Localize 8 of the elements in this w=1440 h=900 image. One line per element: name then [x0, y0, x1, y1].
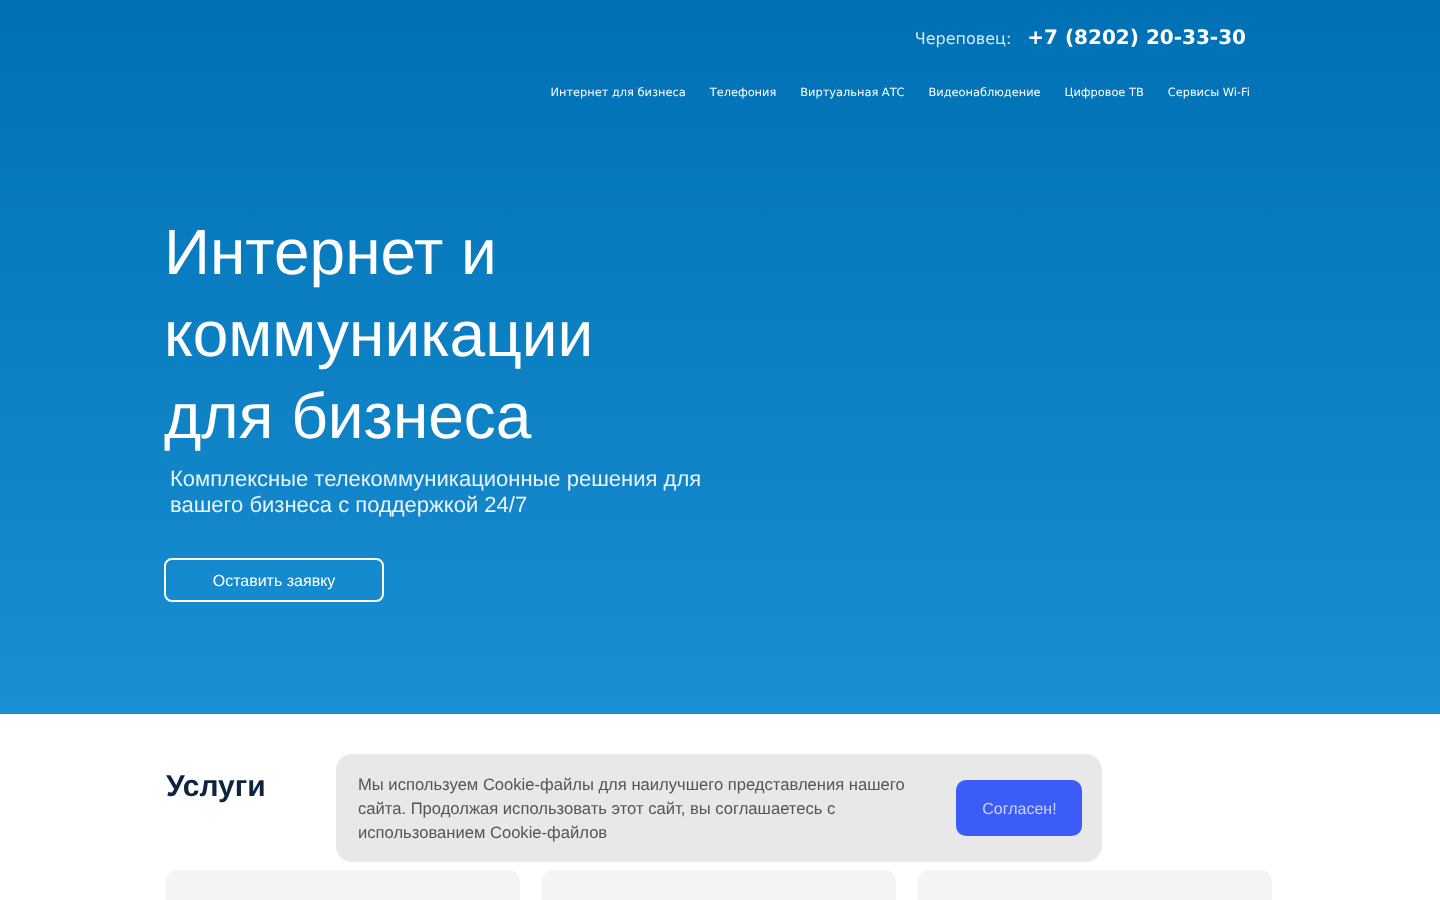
agree-button[interactable]: Согласен!: [956, 780, 1082, 836]
phone-link[interactable]: +7 (8202) 20-33-30: [1027, 28, 1246, 50]
hero-subtitle: Комплексные телекоммуникационные решения для вашего бизнеса с поддержкой 24/7: [170, 468, 704, 520]
section-title: Услуги: [166, 770, 266, 806]
hero-title: Интернет и коммуникации для бизнеса: [164, 214, 594, 456]
city-label: Череповец:: [914, 30, 1012, 48]
cookie-text: Мы используем Cookie-файлы для наилучшего представления нашего сайта. Продолжая использовать этот сайт, вы соглашаетесь с использованием Cookie-файлов: [358, 772, 907, 844]
request-button[interactable]: Оставить заявку: [164, 558, 384, 602]
